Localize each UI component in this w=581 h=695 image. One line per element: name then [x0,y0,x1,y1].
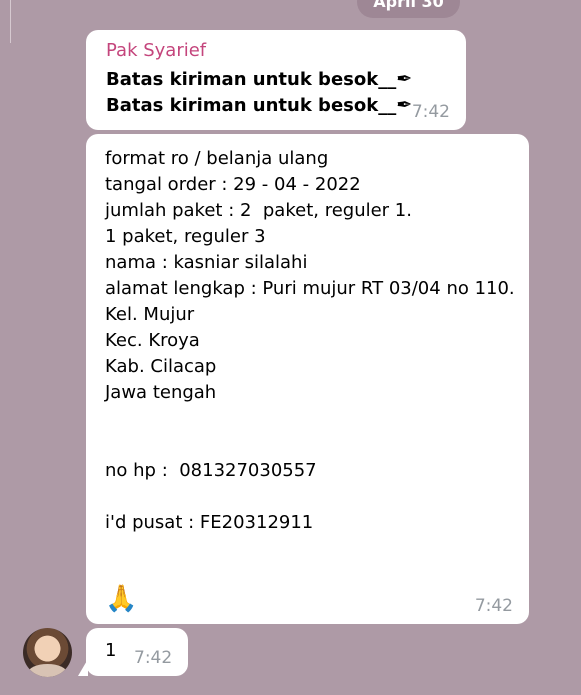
window-edge [0,0,11,43]
avatar[interactable] [23,628,72,677]
message-text: format ro / belanja ulang tangal order :… [105,148,515,533]
avatar-shirt [28,664,67,677]
message-bubble-2[interactable]: format ro / belanja ulang tangal order :… [86,134,529,624]
message-line-text: Batas kiriman untuk besok__ [106,69,397,90]
date-separator: April 30 [357,0,460,18]
message-line-text: Batas kiriman untuk besok__ [106,95,397,116]
message-time: 7:42 [474,596,513,616]
pen-icon: ✒ [396,94,413,116]
sender-name[interactable]: Pak Syarief [106,40,206,61]
message-time: 7:42 [134,648,173,668]
message-bubble-1[interactable]: Pak Syarief Batas kiriman untuk besok__✒… [86,30,466,130]
message-text: 1 [105,640,117,661]
message-line-1: Batas kiriman untuk besok__✒ [106,68,412,90]
pen-icon: ✒ [396,68,413,90]
message-bubble-3[interactable]: 1 7:42 [86,628,188,676]
message-line-2: Batas kiriman untuk besok__✒ [106,94,412,116]
folded-hands-emoji: 🙏 [105,584,138,614]
message-time: 7:42 [411,102,450,122]
